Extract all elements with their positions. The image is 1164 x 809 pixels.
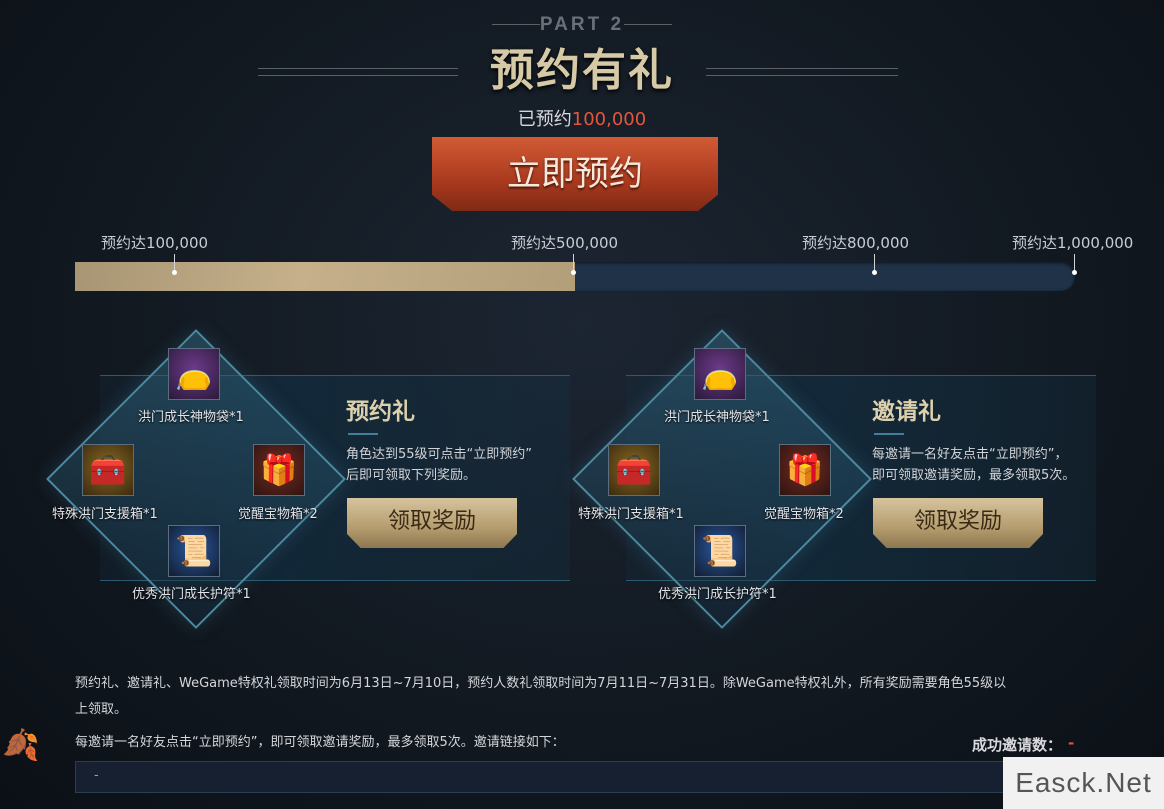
panel-desc-line: 即可领取邀请奖励，最多领取5次。 xyxy=(872,468,1076,483)
milestone-dot-3 xyxy=(872,270,877,275)
invite-count-value: - xyxy=(1068,734,1075,752)
milestone-dot-2 xyxy=(571,270,576,275)
panel-desc-line: 后即可领取下列奖励。 xyxy=(346,468,477,483)
reward-item-label: 洪门成长神物袋*1 xyxy=(138,410,244,425)
blue-talisman-icon: 📜 xyxy=(168,525,220,577)
progress-fill xyxy=(75,262,575,291)
reward-item-label: 特殊洪门支援箱*1 xyxy=(578,507,684,522)
reward-item-label: 特殊洪门支援箱*1 xyxy=(52,507,158,522)
milestone-label-2: 预约达500,000 xyxy=(511,234,619,252)
panel-divider xyxy=(874,433,904,435)
claim-button-label: 领取奖励 xyxy=(387,509,476,534)
claim-reserve-reward-button[interactable]: 领取奖励 xyxy=(347,498,517,548)
invite-count-label: 成功邀请数： xyxy=(972,736,1063,754)
red-chest-icon: 🎁 xyxy=(253,444,305,496)
section-title: 预约有礼 xyxy=(490,45,674,96)
reserved-count-text: 已预约100,000 xyxy=(0,105,1164,131)
rules-note-line2: 上领取。 xyxy=(75,702,128,717)
panel-desc-line: 角色达到55级可点击“立即预约” xyxy=(346,447,533,462)
invite-link-field[interactable]: - xyxy=(75,761,1075,793)
part-label: PART 2 xyxy=(539,14,625,35)
panel-desc-line: 每邀请一名好友点击“立即预约”， xyxy=(872,447,1068,462)
gold-chest-icon: 🧰 xyxy=(82,444,134,496)
gold-chest-icon: 🧰 xyxy=(608,444,660,496)
milestone-label-3: 预约达800,000 xyxy=(802,234,910,252)
treasure-bag-icon: 👝 xyxy=(694,348,746,400)
reward-item-label: 洪门成长神物袋*1 xyxy=(664,410,770,425)
panel-description: 角色达到55级可点击“立即预约” 后即可领取下列奖励。 xyxy=(346,444,532,486)
reserve-now-label: 立即预约 xyxy=(507,154,643,194)
maple-leaf-icon: 🍂 xyxy=(2,728,40,763)
claim-button-label: 领取奖励 xyxy=(913,509,1002,534)
milestone-dot-4 xyxy=(1072,270,1077,275)
milestone-label-1: 预约达100,000 xyxy=(101,234,209,252)
panel-divider xyxy=(348,433,378,435)
invite-link-text: - xyxy=(94,768,99,783)
reward-item-label: 优秀洪门成长护符*1 xyxy=(132,587,251,602)
part-deco-right xyxy=(624,24,672,25)
reserved-count: 100,000 xyxy=(571,109,647,130)
panel-description: 每邀请一名好友点击“立即预约”， 即可领取邀请奖励，最多领取5次。 xyxy=(872,444,1075,486)
rules-note-line1: 预约礼、邀请礼、WeGame特权礼领取时间为6月13日~7月10日，预约人数礼领… xyxy=(75,676,1007,691)
reward-item-label: 觉醒宝物箱*2 xyxy=(238,507,318,522)
treasure-bag-icon: 👝 xyxy=(168,348,220,400)
reservation-progress-bar xyxy=(75,262,1075,291)
reward-item-label: 优秀洪门成长护符*1 xyxy=(658,587,777,602)
invite-note: 每邀请一名好友点击“立即预约”，即可领取邀请奖励，最多领取5次。邀请链接如下： xyxy=(75,735,565,750)
red-chest-icon: 🎁 xyxy=(779,444,831,496)
blue-talisman-icon: 📜 xyxy=(694,525,746,577)
reserved-prefix: 已预约 xyxy=(517,109,572,130)
watermark: Easck.Net xyxy=(1003,757,1164,809)
reserve-now-button[interactable]: 立即预约 xyxy=(432,137,718,211)
reward-item-label: 觉醒宝物箱*2 xyxy=(764,507,844,522)
panel-title: 预约礼 xyxy=(346,398,415,425)
milestone-dot-1 xyxy=(172,270,177,275)
panel-title: 邀请礼 xyxy=(872,398,941,425)
milestone-label-4: 预约达1,000,000 xyxy=(1012,234,1134,252)
claim-invite-reward-button[interactable]: 领取奖励 xyxy=(873,498,1043,548)
title-ornament-right xyxy=(706,68,898,76)
